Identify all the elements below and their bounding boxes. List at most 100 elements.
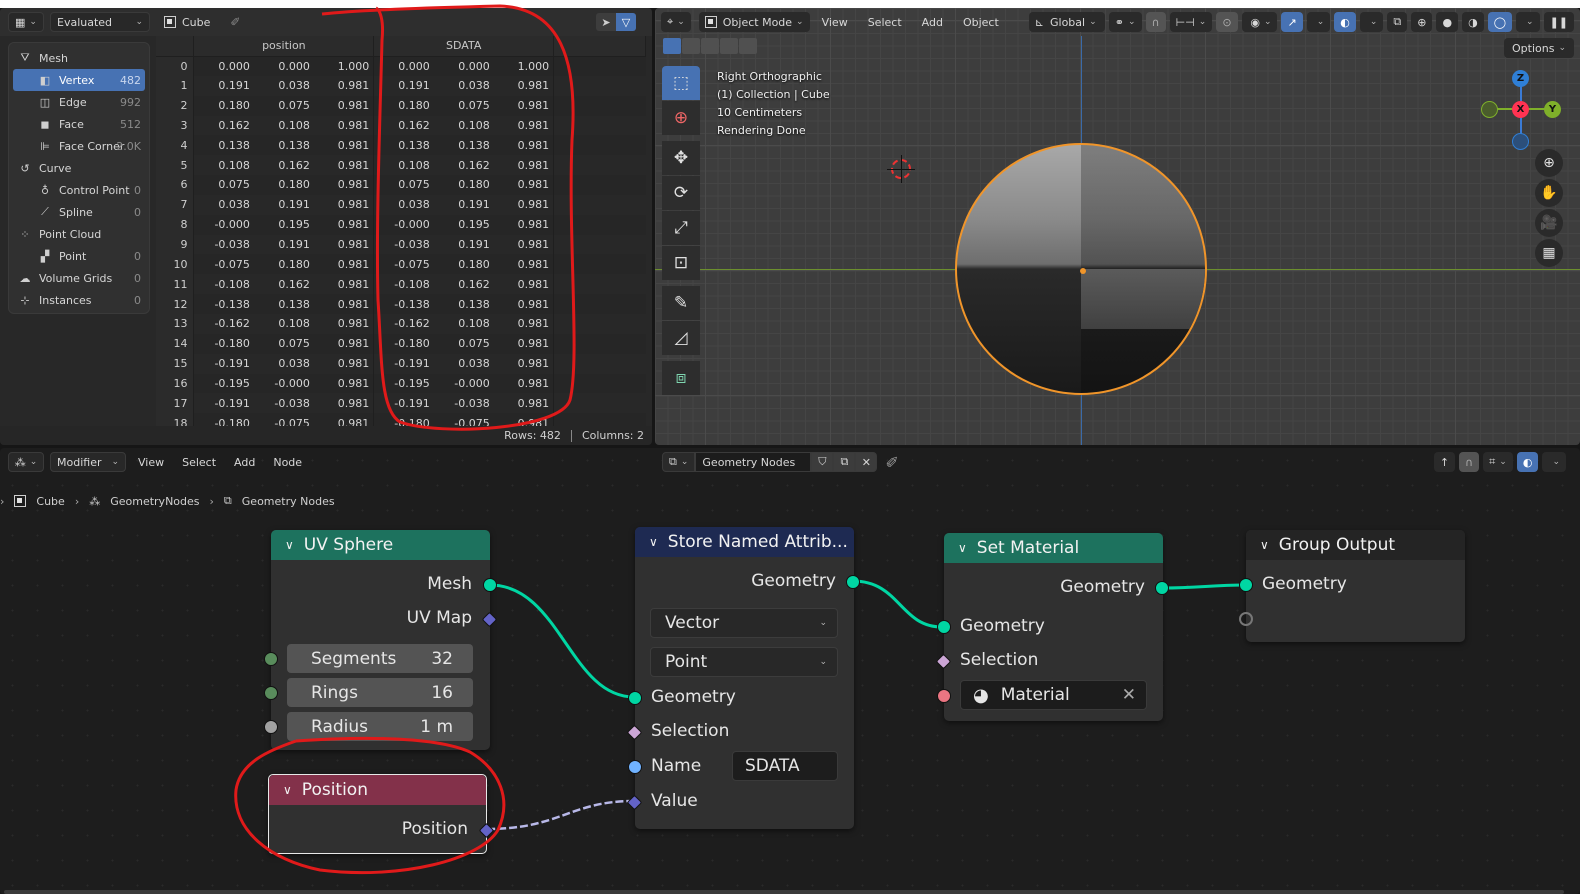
collapse-chevron-icon[interactable]: ∨: [1260, 538, 1269, 552]
overlays-toggle[interactable]: ◐: [1334, 12, 1356, 32]
node-header[interactable]: ∨ Position: [269, 775, 486, 805]
pan-button[interactable]: ✋: [1535, 179, 1563, 207]
selection-only-icon[interactable]: ➤: [596, 13, 616, 31]
select-subtract-button[interactable]: [701, 38, 719, 54]
clear-material-icon[interactable]: ✕: [1122, 685, 1136, 705]
overlays-dropdown[interactable]: ⌄: [1542, 452, 1566, 472]
filter-icon[interactable]: ▽: [616, 13, 636, 31]
proportional-edit-toggle[interactable]: ⊙: [1216, 12, 1238, 32]
gizmo-toggle[interactable]: ↗: [1281, 12, 1303, 32]
fake-user-button[interactable]: ⛉: [811, 452, 834, 472]
column-header-position[interactable]: position: [193, 36, 375, 57]
editor-type-button[interactable]: ⌖ ⌄: [661, 12, 691, 32]
3d-viewport[interactable]: ⌖ ⌄ Object Mode ⌄ View Select Add Object ⊾…: [655, 8, 1580, 445]
socket-material-input[interactable]: [937, 689, 951, 703]
node-uv-sphere[interactable]: ∨ UV Sphere Mesh UV Map Segments 32 Rings 1…: [264, 530, 498, 750]
socket-segments-input[interactable]: [264, 652, 278, 666]
browse-node-tree-button[interactable]: ⧉ ⌄: [662, 452, 696, 472]
rings-field[interactable]: Rings 16: [287, 678, 473, 707]
socket-mesh-output[interactable]: [483, 578, 497, 592]
socket-name-input[interactable]: [628, 760, 642, 774]
snap-target-dropdown[interactable]: ⊢⊣ ⌄: [1169, 12, 1213, 32]
node-header[interactable]: ∨ Group Output: [1246, 530, 1465, 560]
domain-item-vertex[interactable]: ◧ Vertex 482: [13, 69, 145, 91]
pause-render-button[interactable]: ❚❚: [1543, 12, 1574, 32]
menu-object[interactable]: Object: [955, 16, 1007, 29]
breadcrumb-toggle[interactable]: ›: [0, 495, 4, 508]
horizontal-scrollbar[interactable]: [4, 890, 1564, 894]
shading-solid[interactable]: ●: [1436, 12, 1459, 32]
sphere-object[interactable]: [955, 143, 1207, 395]
node-store-named-attribute[interactable]: ∨ Store Named Attrib... Geometry Vector ⌄ …: [626, 527, 860, 829]
menu-select[interactable]: Select: [176, 456, 222, 469]
tool-transform[interactable]: ⊡: [662, 246, 700, 280]
gizmo-y-axis[interactable]: Y: [1544, 101, 1561, 118]
tool-cursor[interactable]: ⊕: [662, 101, 700, 135]
domain-item-volume-grids[interactable]: ☁ Volume Grids 0: [9, 267, 149, 289]
snap-target-dropdown[interactable]: ⌗ ⌄: [1483, 452, 1513, 472]
node-editor[interactable]: ⁂ ⌄ Modifier ⌄ View Select Add Node ⧉ ⌄ Geo…: [0, 448, 1580, 894]
pin-icon[interactable]: ✐: [885, 453, 898, 472]
socket-rings-input[interactable]: [264, 686, 278, 700]
domain-item-face[interactable]: ◼ Face 512: [9, 113, 149, 135]
domain-dropdown[interactable]: Point ⌄: [650, 647, 838, 677]
gizmo-dropdown[interactable]: ⌄: [1306, 12, 1331, 32]
overlays-dropdown[interactable]: ⌄: [1359, 12, 1384, 32]
gizmo-x-axis[interactable]: X: [1512, 101, 1529, 118]
shading-material[interactable]: ◑: [1462, 12, 1484, 32]
domain-item-spline[interactable]: ⟋ Spline 0: [9, 201, 149, 223]
select-intersect-button[interactable]: [739, 38, 757, 54]
shading-wireframe[interactable]: ⊕: [1411, 12, 1433, 32]
select-invert-button[interactable]: [720, 38, 738, 54]
collapse-chevron-icon[interactable]: ∨: [958, 541, 967, 555]
radius-field[interactable]: Radius 1 m: [287, 712, 473, 741]
transform-orientation-dropdown[interactable]: ⊾ Global ⌄: [1028, 12, 1105, 32]
unlink-button[interactable]: ✕: [855, 452, 878, 472]
zoom-button[interactable]: ⊕: [1535, 149, 1563, 177]
node-header[interactable]: ∨ Set Material: [944, 533, 1163, 563]
data-type-dropdown[interactable]: Vector ⌄: [650, 608, 838, 638]
options-dropdown[interactable]: Options ⌄: [1504, 38, 1574, 58]
camera-view-button[interactable]: 🎥: [1535, 209, 1563, 237]
socket-empty-input[interactable]: [1239, 612, 1253, 626]
tool-annotate[interactable]: ✎: [662, 286, 700, 320]
column-header-sdata[interactable]: SDATA: [373, 36, 555, 57]
socket-selection-input[interactable]: [935, 653, 952, 670]
domain-item-face-corner[interactable]: ⊫ Face Corner 2.0K: [9, 135, 149, 157]
xray-toggle[interactable]: ⧉: [1387, 12, 1408, 32]
overlays-toggle[interactable]: ◐: [1516, 452, 1539, 472]
snap-toggle[interactable]: ∩: [1145, 12, 1166, 32]
tool-scale[interactable]: ⤢: [662, 211, 700, 245]
3d-cursor[interactable]: [887, 155, 915, 183]
editor-type-button[interactable]: ⁂ ⌄: [8, 452, 44, 472]
tool-add-cube[interactable]: ⧈: [662, 361, 700, 395]
socket-radius-input[interactable]: [264, 720, 278, 734]
socket-position-output[interactable]: [478, 822, 495, 839]
socket-geometry-output[interactable]: [846, 575, 860, 589]
socket-geometry-output[interactable]: [1155, 581, 1169, 595]
socket-value-input[interactable]: [626, 794, 643, 811]
collapse-chevron-icon[interactable]: ∨: [649, 535, 658, 549]
menu-node[interactable]: Node: [267, 456, 308, 469]
segments-field[interactable]: Segments 32: [287, 644, 473, 673]
evaluation-dropdown[interactable]: Evaluated ⌄: [50, 12, 150, 32]
gizmo-z-axis[interactable]: Z: [1512, 70, 1529, 87]
tool-rotate[interactable]: ⟳: [662, 176, 700, 210]
domain-item-point[interactable]: ▞ Point 0: [9, 245, 149, 267]
select-new-button[interactable]: [663, 38, 681, 54]
context-dropdown[interactable]: Modifier ⌄: [50, 452, 126, 472]
socket-selection-input[interactable]: [626, 724, 643, 741]
shading-rendered[interactable]: ◯: [1487, 12, 1513, 32]
socket-geometry-input[interactable]: [628, 691, 642, 705]
visibility-dropdown[interactable]: ◉ ⌄: [1244, 12, 1278, 32]
snap-toggle[interactable]: ∩: [1459, 452, 1480, 472]
perspective-toggle-button[interactable]: ▦: [1535, 239, 1563, 267]
editor-type-button[interactable]: ▦ ⌄: [8, 12, 44, 32]
domain-item-instances[interactable]: ⊹ Instances 0: [9, 289, 149, 311]
menu-view[interactable]: View: [814, 16, 856, 29]
node-tree-name[interactable]: Geometry Nodes: [695, 452, 812, 472]
duplicate-button[interactable]: ⧉: [833, 452, 856, 472]
menu-add[interactable]: Add: [914, 16, 951, 29]
parent-node-tree-button[interactable]: ↑: [1433, 452, 1456, 472]
node-header[interactable]: ∨ Store Named Attrib...: [635, 527, 854, 557]
